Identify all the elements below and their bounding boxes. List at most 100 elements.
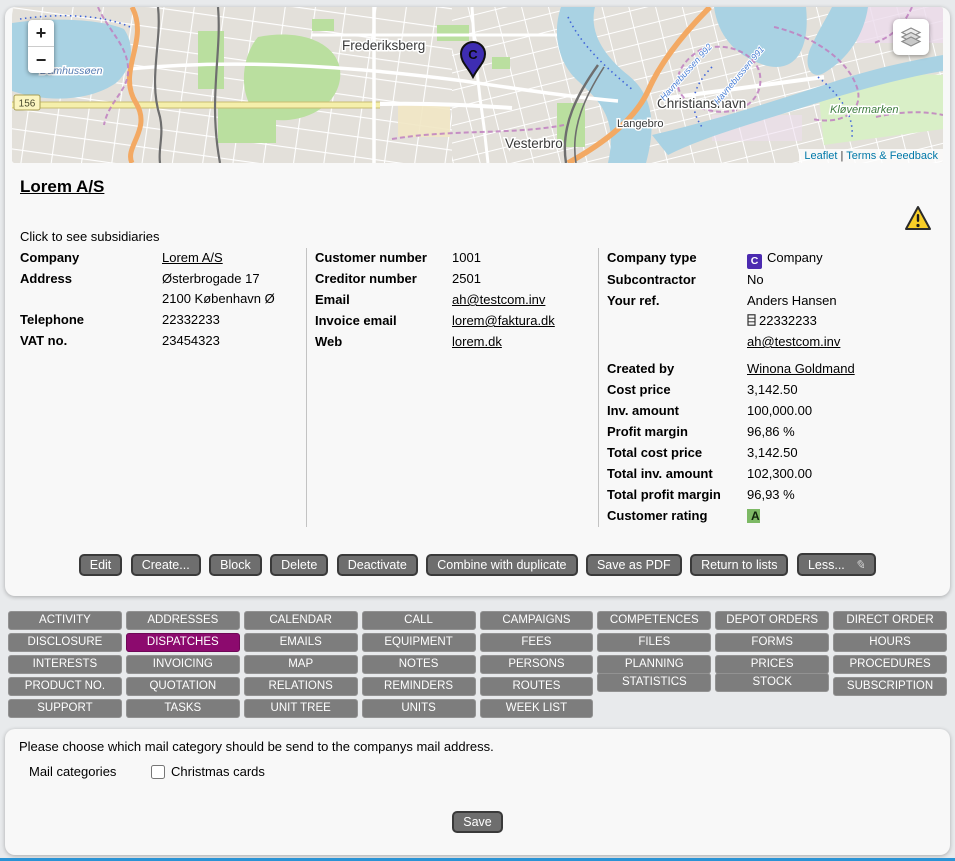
web-label: Web <box>315 332 452 352</box>
tab-depot-orders[interactable]: DEPOT ORDERS <box>715 611 829 630</box>
less-button[interactable]: Less...✎ <box>797 553 876 576</box>
tab-units[interactable]: UNITS <box>362 699 476 718</box>
tab-forms[interactable]: FORMS <box>715 633 829 652</box>
layers-control-button[interactable] <box>893 19 929 55</box>
email-label: Email <box>315 290 452 310</box>
tab-reminders[interactable]: REMINDERS <box>362 677 476 696</box>
page: Frederiksberg Vesterbro Christianshavn L… <box>0 7 955 861</box>
tab-routes[interactable]: ROUTES <box>480 677 594 696</box>
tab-campaigns[interactable]: CAMPAIGNS <box>480 611 594 630</box>
company-type-value: Company <box>767 250 823 265</box>
address-label: Address <box>20 269 162 309</box>
tab-competences[interactable]: COMPETENCES <box>597 611 711 630</box>
company-type-badge: C <box>747 254 762 269</box>
tab-calendar[interactable]: CALENDAR <box>244 611 358 630</box>
telephone-value: 22332233 <box>162 310 306 330</box>
warning-icon[interactable] <box>904 205 932 236</box>
tab-addresses[interactable]: ADDRESSES <box>126 611 240 630</box>
deactivate-button[interactable]: Deactivate <box>337 554 418 576</box>
map-label-klovermarken: Kløvermarken <box>830 104 898 116</box>
christmas-cards-label[interactable]: Christmas cards <box>171 764 265 779</box>
address-line-1: Østerbrogade 17 <box>162 271 260 286</box>
tab-stock[interactable]: STOCK <box>715 673 829 692</box>
edit-button[interactable]: Edit <box>79 554 123 576</box>
profit-margin-value: 96,86 % <box>747 422 880 442</box>
tab-fees[interactable]: FEES <box>480 633 594 652</box>
tab-hours[interactable]: HOURS <box>833 633 947 652</box>
created-by-link[interactable]: Winona Goldmand <box>747 361 855 376</box>
invoice-email-link[interactable]: lorem@faktura.dk <box>452 313 555 328</box>
zoom-out-button[interactable]: − <box>28 47 54 73</box>
return-to-lists-button[interactable]: Return to lists <box>690 554 788 576</box>
details-column-2: Customer number 1001 Creditor number 250… <box>306 248 598 527</box>
tab-statistics[interactable]: STATISTICS <box>597 673 711 692</box>
web-link[interactable]: lorem.dk <box>452 334 502 349</box>
tab-tasks[interactable]: TASKS <box>126 699 240 718</box>
map-label-christianshavn: Christianshavn <box>657 96 746 111</box>
customer-number-value: 1001 <box>452 248 598 268</box>
company-link[interactable]: Lorem A/S <box>162 250 223 265</box>
phone-icon <box>747 312 756 332</box>
tab-dispatches[interactable]: DISPATCHES <box>126 633 240 652</box>
tab-quotation[interactable]: QUOTATION <box>126 677 240 696</box>
tab-prices[interactable]: PRICES <box>715 655 829 674</box>
map-marker-letter: C <box>468 47 478 62</box>
mail-instruction: Please choose which mail category should… <box>19 739 936 754</box>
tab-equipment[interactable]: EQUIPMENT <box>362 633 476 652</box>
your-ref-email-link[interactable]: ah@testcom.inv <box>747 334 840 349</box>
tab-product-no[interactable]: PRODUCT NO. <box>8 677 122 696</box>
created-by-label: Created by <box>607 359 747 379</box>
invoice-email-label: Invoice email <box>315 311 452 331</box>
tab-notes[interactable]: NOTES <box>362 655 476 674</box>
total-profit-margin-label: Total profit margin <box>607 485 747 505</box>
tab-procedures[interactable]: PROCEDURES <box>833 655 947 674</box>
your-ref-phone: 22332233 <box>759 313 817 328</box>
page-title[interactable]: Lorem A/S <box>20 177 950 197</box>
subsidiaries-link[interactable]: Click to see subsidiaries <box>20 229 950 244</box>
combine-duplicate-button[interactable]: Combine with duplicate <box>426 554 577 576</box>
total-inv-amount-label: Total inv. amount <box>607 464 747 484</box>
company-details: Company Lorem A/S Address Østerbrogade 1… <box>20 248 950 527</box>
tab-support[interactable]: SUPPORT <box>8 699 122 718</box>
details-column-1: Company Lorem A/S Address Østerbrogade 1… <box>20 248 306 527</box>
tab-interests[interactable]: INTERESTS <box>8 655 122 674</box>
save-pdf-button[interactable]: Save as PDF <box>586 554 682 576</box>
company-type-label: Company type <box>607 248 747 269</box>
delete-button[interactable]: Delete <box>270 554 328 576</box>
tab-activity[interactable]: ACTIVITY <box>8 611 122 630</box>
zoom-in-button[interactable]: + <box>28 20 54 47</box>
tab-relations[interactable]: RELATIONS <box>244 677 358 696</box>
tab-unit-tree[interactable]: UNIT TREE <box>244 699 358 718</box>
tab-files[interactable]: FILES <box>597 633 711 652</box>
telephone-label: Telephone <box>20 310 162 330</box>
terms-feedback-link[interactable]: Terms & Feedback <box>846 150 938 162</box>
email-link[interactable]: ah@testcom.inv <box>452 292 545 307</box>
tab-invoicing[interactable]: INVOICING <box>126 655 240 674</box>
mail-categories-label: Mail categories <box>29 764 151 779</box>
christmas-cards-checkbox[interactable] <box>151 765 165 779</box>
map[interactable]: Frederiksberg Vesterbro Christianshavn L… <box>12 7 943 163</box>
tab-subscription[interactable]: SUBSCRIPTION <box>833 677 947 696</box>
address-line-2: 2100 København Ø <box>162 291 275 306</box>
block-button[interactable]: Block <box>209 554 262 576</box>
tab-direct-order[interactable]: DIRECT ORDER <box>833 611 947 630</box>
module-tabs: ACTIVITYADDRESSESCALENDARCALLCAMPAIGNSCO… <box>8 611 947 718</box>
profit-margin-label: Profit margin <box>607 422 747 442</box>
leaflet-link[interactable]: Leaflet <box>804 150 837 162</box>
save-button[interactable]: Save <box>452 811 503 833</box>
tab-map[interactable]: MAP <box>244 655 358 674</box>
map-label-vesterbro: Vesterbro <box>505 136 563 151</box>
total-inv-amount-value: 102,300.00 <box>747 464 880 484</box>
tab-planning[interactable]: PLANNING <box>597 655 711 674</box>
create-button[interactable]: Create... <box>131 554 201 576</box>
cost-price-label: Cost price <box>607 380 747 400</box>
tab-week-list[interactable]: WEEK LIST <box>480 699 594 718</box>
tab-call[interactable]: CALL <box>362 611 476 630</box>
map-label-frederiksberg: Frederiksberg <box>342 38 425 53</box>
tab-disclosure[interactable]: DISCLOSURE <box>8 633 122 652</box>
company-card: Frederiksberg Vesterbro Christianshavn L… <box>5 7 950 596</box>
creditor-number-value: 2501 <box>452 269 598 289</box>
tab-persons[interactable]: PERSONS <box>480 655 594 674</box>
map-label-langebro: Langebro <box>617 118 664 130</box>
tab-emails[interactable]: EMAILS <box>244 633 358 652</box>
